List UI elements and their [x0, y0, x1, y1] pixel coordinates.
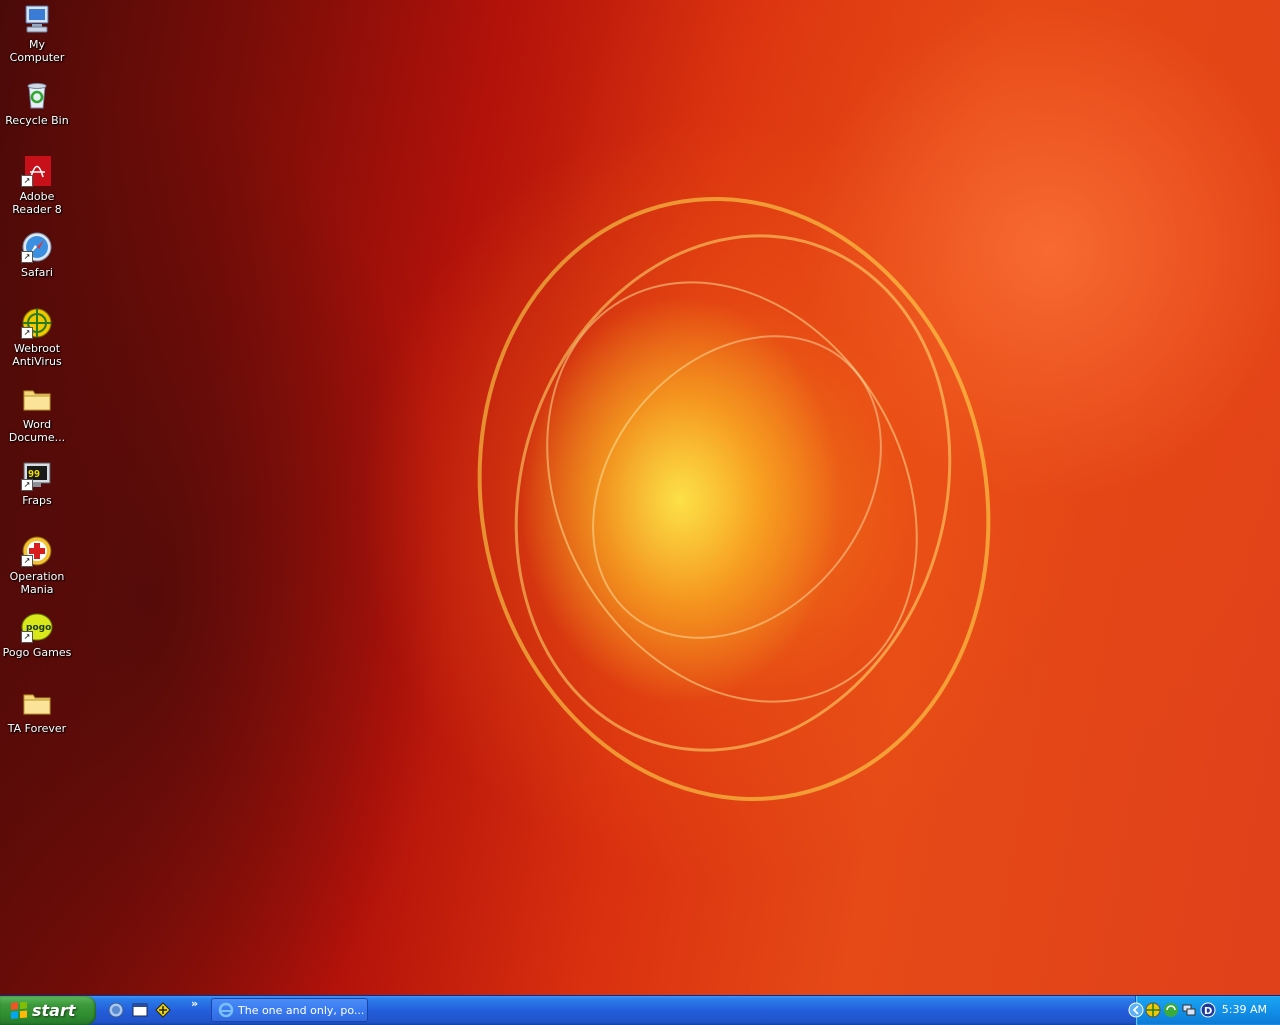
desktop-icon-ta-forever[interactable]: TA Forever: [0, 687, 74, 735]
folder-icon: [21, 687, 53, 719]
desktop-icon-operation-mania[interactable]: ↗ Operation Mania: [0, 535, 74, 596]
desktop-icon-word-documents[interactable]: Word Docume...: [0, 383, 74, 444]
adobe-reader-icon: ↗: [21, 155, 53, 187]
show-desktop-icon[interactable]: [132, 1002, 148, 1018]
wallpaper-ring: [472, 213, 992, 771]
operation-mania-icon: ↗: [21, 535, 53, 567]
system-tray: D 5:39 AM: [1128, 996, 1280, 1025]
desktop-icon-label: Fraps: [22, 494, 52, 507]
desktop-icon-label: Webroot AntiVirus: [12, 342, 62, 368]
desktop-wallpaper: My Computer Recycle Bin ↗ Adobe Reader 8…: [0, 0, 1280, 995]
shortcut-arrow-icon: ↗: [21, 175, 33, 187]
taskbar-window-label: The one and only, po...: [238, 1003, 365, 1017]
tray-collapse-icon[interactable]: [1128, 1002, 1144, 1018]
desktop-icon-safari[interactable]: ↗ Safari: [0, 231, 74, 279]
desktop-icon-recycle-bin[interactable]: Recycle Bin: [0, 79, 74, 127]
start-button[interactable]: start: [0, 996, 96, 1025]
desktop-icon-adobe-reader[interactable]: ↗ Adobe Reader 8: [0, 155, 74, 216]
shortcut-arrow-icon: ↗: [21, 555, 33, 567]
fraps-icon: 99 ↗: [21, 459, 53, 491]
start-label: start: [32, 1001, 76, 1020]
desktop-icon-pogo-games[interactable]: pogo ↗ Pogo Games: [0, 611, 74, 659]
desktop-icon-label: TA Forever: [7, 722, 67, 735]
wallpaper-ring: [449, 177, 1017, 809]
shortcut-arrow-icon: ↗: [21, 251, 33, 263]
ie-window-icon: [218, 1002, 234, 1018]
windows-logo-icon: [10, 1001, 28, 1020]
desktop-icon-label: Recycle Bin: [5, 114, 69, 127]
d-tray-icon[interactable]: D: [1200, 1002, 1216, 1018]
sync-tray-icon[interactable]: [1163, 1002, 1179, 1018]
network-tray-icon[interactable]: [1181, 1002, 1197, 1018]
desktop-icon-label: Safari: [21, 266, 53, 279]
desktop-icon-my-computer[interactable]: My Computer: [0, 3, 74, 64]
desktop-icon-label: Adobe Reader 8: [12, 190, 62, 216]
wallpaper-ring: [422, 148, 1046, 850]
desktop-icon-fraps[interactable]: 99 ↗ Fraps: [0, 459, 74, 507]
desktop-icon-label: My Computer: [9, 38, 65, 64]
webroot-icon: ↗: [21, 307, 53, 339]
shortcut-arrow-icon: ↗: [21, 479, 33, 491]
shortcut-arrow-icon: ↗: [21, 631, 33, 643]
svg-text:D: D: [1204, 1006, 1212, 1017]
ie-quicklaunch-icon[interactable]: [108, 1002, 124, 1018]
taskbar-clock[interactable]: 5:39 AM: [1222, 1003, 1267, 1016]
recycle-bin-icon: [21, 79, 53, 111]
desktop-icon-label: Word Docume...: [8, 418, 66, 444]
pogo-icon: pogo ↗: [21, 611, 53, 643]
quicklaunch-chevron-icon[interactable]: »: [191, 997, 198, 1010]
taskbar-window-button[interactable]: The one and only, po...: [211, 998, 368, 1022]
safari-icon: ↗: [21, 231, 53, 263]
desktop-icon-label: Operation Mania: [9, 570, 65, 596]
desktop-icon-label: Pogo Games: [2, 646, 72, 659]
shortcut-arrow-icon: ↗: [21, 327, 33, 339]
desktop-icon-webroot-antivirus[interactable]: ↗ Webroot AntiVirus: [0, 307, 74, 368]
taskbar: start » The one and only, po... D 5:39 A…: [0, 995, 1280, 1025]
app-quicklaunch-icon[interactable]: [155, 1002, 171, 1018]
webroot-tray-icon[interactable]: [1145, 1002, 1161, 1018]
my-computer-icon: [21, 3, 53, 35]
wallpaper-ring: [532, 277, 942, 697]
folder-icon: [21, 383, 53, 415]
